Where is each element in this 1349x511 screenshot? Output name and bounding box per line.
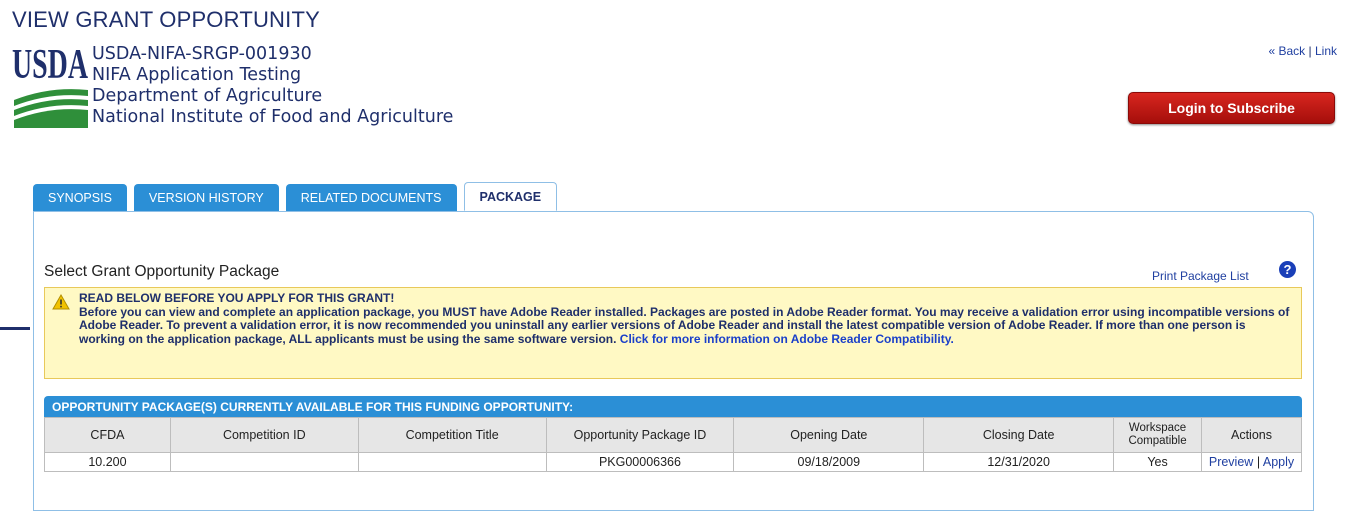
sub-agency-name: National Institute of Food and Agricultu… bbox=[92, 107, 454, 127]
tab-bar: SYNOPSIS VERSION HISTORY RELATED DOCUMEN… bbox=[33, 182, 558, 211]
link-link[interactable]: Link bbox=[1315, 44, 1337, 58]
agency-name: Department of Agriculture bbox=[92, 86, 323, 106]
actions-separator: | bbox=[1256, 455, 1261, 469]
cell-competition-title bbox=[357, 452, 547, 472]
opportunity-number: USDA-NIFA-SRGP-001930 bbox=[92, 44, 312, 64]
col-competition-title: Competition Title bbox=[357, 417, 547, 453]
tab-version-history[interactable]: VERSION HISTORY bbox=[133, 184, 279, 211]
agency-info: USDA-NIFA-SRGP-001930 NIFA Application T… bbox=[92, 44, 453, 128]
package-table-section: OPPORTUNITY PACKAGE(S) CURRENTLY AVAILAB… bbox=[44, 396, 1302, 472]
cell-competition-id bbox=[169, 452, 359, 472]
col-closing-date: Closing Date bbox=[923, 417, 1115, 453]
table-row: 10.200 PKG00006366 09/18/2009 12/31/2020… bbox=[44, 452, 1302, 472]
top-links: « Back | Link bbox=[1268, 44, 1337, 58]
preview-link[interactable]: Preview bbox=[1209, 455, 1253, 469]
page-title: VIEW GRANT OPPORTUNITY bbox=[12, 7, 320, 32]
tab-package[interactable]: PACKAGE bbox=[463, 182, 558, 211]
link-separator: | bbox=[1308, 44, 1312, 58]
print-package-list-link[interactable]: Print Package List bbox=[1152, 269, 1249, 283]
help-icon[interactable]: ? bbox=[1279, 261, 1296, 278]
package-table: CFDA Competition ID Competition Title Op… bbox=[44, 417, 1302, 472]
warning-title: READ BELOW BEFORE YOU APPLY FOR THIS GRA… bbox=[79, 291, 395, 305]
col-actions: Actions bbox=[1201, 417, 1302, 453]
adobe-compatibility-link[interactable]: Click for more information on Adobe Read… bbox=[620, 332, 954, 346]
col-opening-date: Opening Date bbox=[733, 417, 925, 453]
col-competition-id: Competition ID bbox=[169, 417, 359, 453]
usda-logo: USDA bbox=[12, 42, 88, 128]
svg-text:USDA: USDA bbox=[12, 42, 88, 88]
cell-workspace: Yes bbox=[1113, 452, 1203, 472]
cell-cfda: 10.200 bbox=[44, 452, 171, 472]
package-table-title: OPPORTUNITY PACKAGE(S) CURRENTLY AVAILAB… bbox=[44, 396, 1302, 417]
tab-synopsis[interactable]: SYNOPSIS bbox=[33, 184, 127, 211]
cell-closing-date: 12/31/2020 bbox=[923, 452, 1115, 472]
table-header-row: CFDA Competition ID Competition Title Op… bbox=[44, 417, 1302, 453]
opportunity-title: NIFA Application Testing bbox=[92, 65, 302, 85]
col-workspace-compatible: Workspace Compatible bbox=[1113, 417, 1203, 453]
cell-package-id: PKG00006366 bbox=[545, 452, 735, 472]
cell-opening-date: 09/18/2009 bbox=[733, 452, 925, 472]
warning-icon bbox=[52, 294, 70, 310]
divider bbox=[0, 327, 30, 330]
apply-link[interactable]: Apply bbox=[1263, 455, 1294, 469]
login-to-subscribe-button[interactable]: Login to Subscribe bbox=[1128, 92, 1335, 124]
cell-actions: Preview | Apply bbox=[1201, 452, 1302, 472]
tab-related-documents[interactable]: RELATED DOCUMENTS bbox=[285, 184, 457, 211]
col-cfda: CFDA bbox=[44, 417, 171, 453]
col-package-id: Opportunity Package ID bbox=[545, 417, 735, 453]
select-package-heading: Select Grant Opportunity Package bbox=[44, 263, 280, 280]
adobe-warning-box: READ BELOW BEFORE YOU APPLY FOR THIS GRA… bbox=[44, 287, 1302, 379]
back-link[interactable]: « Back bbox=[1268, 44, 1305, 58]
